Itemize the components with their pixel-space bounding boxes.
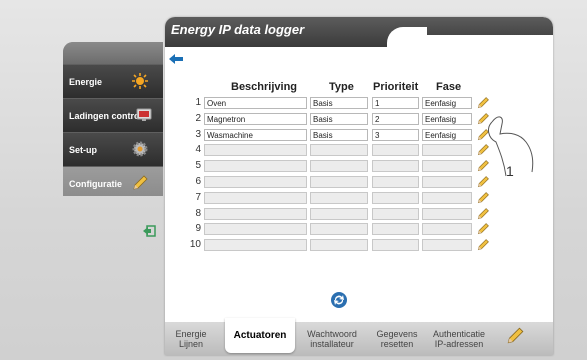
- sidebar: Energie Ladingen controle Set-up Configu…: [63, 42, 163, 196]
- type-field[interactable]: [310, 192, 368, 204]
- priority-field[interactable]: [372, 144, 419, 156]
- phase-field[interactable]: [422, 208, 472, 220]
- type-field[interactable]: [310, 144, 368, 156]
- description-field[interactable]: Magnetron: [204, 113, 307, 125]
- main-panel: Energy IP data logger Beschrijving Type …: [165, 17, 553, 355]
- callout-hand-icon: [488, 116, 534, 177]
- column-header-phase: Fase: [436, 81, 462, 93]
- description-field[interactable]: [204, 160, 307, 172]
- edit-row-pencil-icon[interactable]: [476, 96, 490, 110]
- priority-field[interactable]: 2: [372, 113, 419, 125]
- description-field[interactable]: [204, 192, 307, 204]
- sidebar-item-label: Energie: [69, 77, 103, 87]
- column-header-priority: Prioriteit: [373, 81, 419, 93]
- phase-field[interactable]: Eenfasig: [422, 113, 472, 125]
- phase-field[interactable]: [422, 176, 472, 188]
- tab-authenticatie-ip-adressen[interactable]: Authenticatie IP-adressen: [429, 322, 489, 355]
- row-number: 3: [195, 129, 201, 140]
- pencil-icon: [131, 174, 149, 192]
- type-field[interactable]: Basis: [310, 113, 368, 125]
- edit-row-pencil-icon[interactable]: [476, 191, 490, 205]
- refresh-icon[interactable]: [330, 291, 348, 309]
- exit-icon[interactable]: [142, 224, 156, 237]
- description-field[interactable]: [204, 176, 307, 188]
- column-header-description: Beschrijving: [231, 81, 298, 93]
- phase-field[interactable]: Eenfasig: [422, 129, 472, 141]
- priority-field[interactable]: 3: [372, 129, 419, 141]
- phase-field[interactable]: [422, 192, 472, 204]
- row-number: 7: [195, 192, 201, 203]
- monitor-icon: [135, 106, 153, 124]
- phase-field[interactable]: [422, 239, 472, 251]
- row-number: 2: [195, 113, 201, 124]
- type-field[interactable]: Basis: [310, 97, 368, 109]
- row-number: 4: [195, 144, 201, 155]
- priority-field[interactable]: [372, 160, 419, 172]
- edit-row-pencil-icon[interactable]: [476, 207, 490, 221]
- sidebar-item-ladingen-controle[interactable]: Ladingen controle: [63, 98, 163, 132]
- bottom-tab-bar: Energie Lijnen Actuatoren Wachtwoord ins…: [165, 318, 553, 355]
- priority-field[interactable]: [372, 223, 419, 235]
- description-field[interactable]: Oven: [204, 97, 307, 109]
- tab-energie-lijnen[interactable]: Energie Lijnen: [169, 322, 213, 355]
- description-field[interactable]: [204, 144, 307, 156]
- row-number: 10: [189, 239, 201, 250]
- type-field[interactable]: [310, 223, 368, 235]
- priority-field[interactable]: [372, 208, 419, 220]
- sidebar-item-label: Configuratie: [69, 179, 122, 189]
- back-arrow-icon[interactable]: [168, 52, 184, 64]
- type-field[interactable]: Basis: [310, 129, 368, 141]
- type-field[interactable]: [310, 208, 368, 220]
- priority-field[interactable]: [372, 192, 419, 204]
- sidebar-item-set-up[interactable]: Set-up: [63, 132, 163, 166]
- sidebar-item-configuratie[interactable]: Configuratie: [63, 166, 163, 196]
- row-number: 8: [195, 208, 201, 219]
- sidebar-header: [63, 42, 163, 64]
- priority-field[interactable]: 1: [372, 97, 419, 109]
- row-number: 1: [195, 97, 201, 108]
- page-title: Energy IP data logger: [171, 22, 305, 37]
- tab-wachtwoord-installateur[interactable]: Wachtwoord installateur: [299, 322, 365, 355]
- description-field[interactable]: Wasmachine: [204, 129, 307, 141]
- tab-gegevens-resetten[interactable]: Gegevens resetten: [369, 322, 425, 355]
- phase-field[interactable]: [422, 223, 472, 235]
- row-number: 6: [195, 176, 201, 187]
- type-field[interactable]: [310, 160, 368, 172]
- column-header-type: Type: [329, 81, 354, 93]
- phase-field[interactable]: [422, 160, 472, 172]
- row-number: 5: [195, 160, 201, 171]
- sidebar-item-energie[interactable]: Energie: [63, 64, 163, 98]
- priority-field[interactable]: [372, 239, 419, 251]
- type-field[interactable]: [310, 239, 368, 251]
- title-bar: Energy IP data logger: [165, 17, 553, 57]
- edit-pencil-icon[interactable]: [505, 326, 525, 346]
- description-field[interactable]: [204, 239, 307, 251]
- sidebar-item-label: Set-up: [69, 145, 97, 155]
- priority-field[interactable]: [372, 176, 419, 188]
- description-field[interactable]: [204, 223, 307, 235]
- type-field[interactable]: [310, 176, 368, 188]
- tab-actuatoren[interactable]: Actuatoren: [225, 318, 295, 353]
- phase-field[interactable]: Eenfasig: [422, 97, 472, 109]
- edit-row-pencil-icon[interactable]: [476, 238, 490, 252]
- sun-icon: [131, 72, 149, 90]
- edit-row-pencil-icon[interactable]: [476, 222, 490, 236]
- gear-icon: [131, 140, 149, 158]
- row-number: 9: [195, 223, 201, 234]
- description-field[interactable]: [204, 208, 307, 220]
- phase-field[interactable]: [422, 144, 472, 156]
